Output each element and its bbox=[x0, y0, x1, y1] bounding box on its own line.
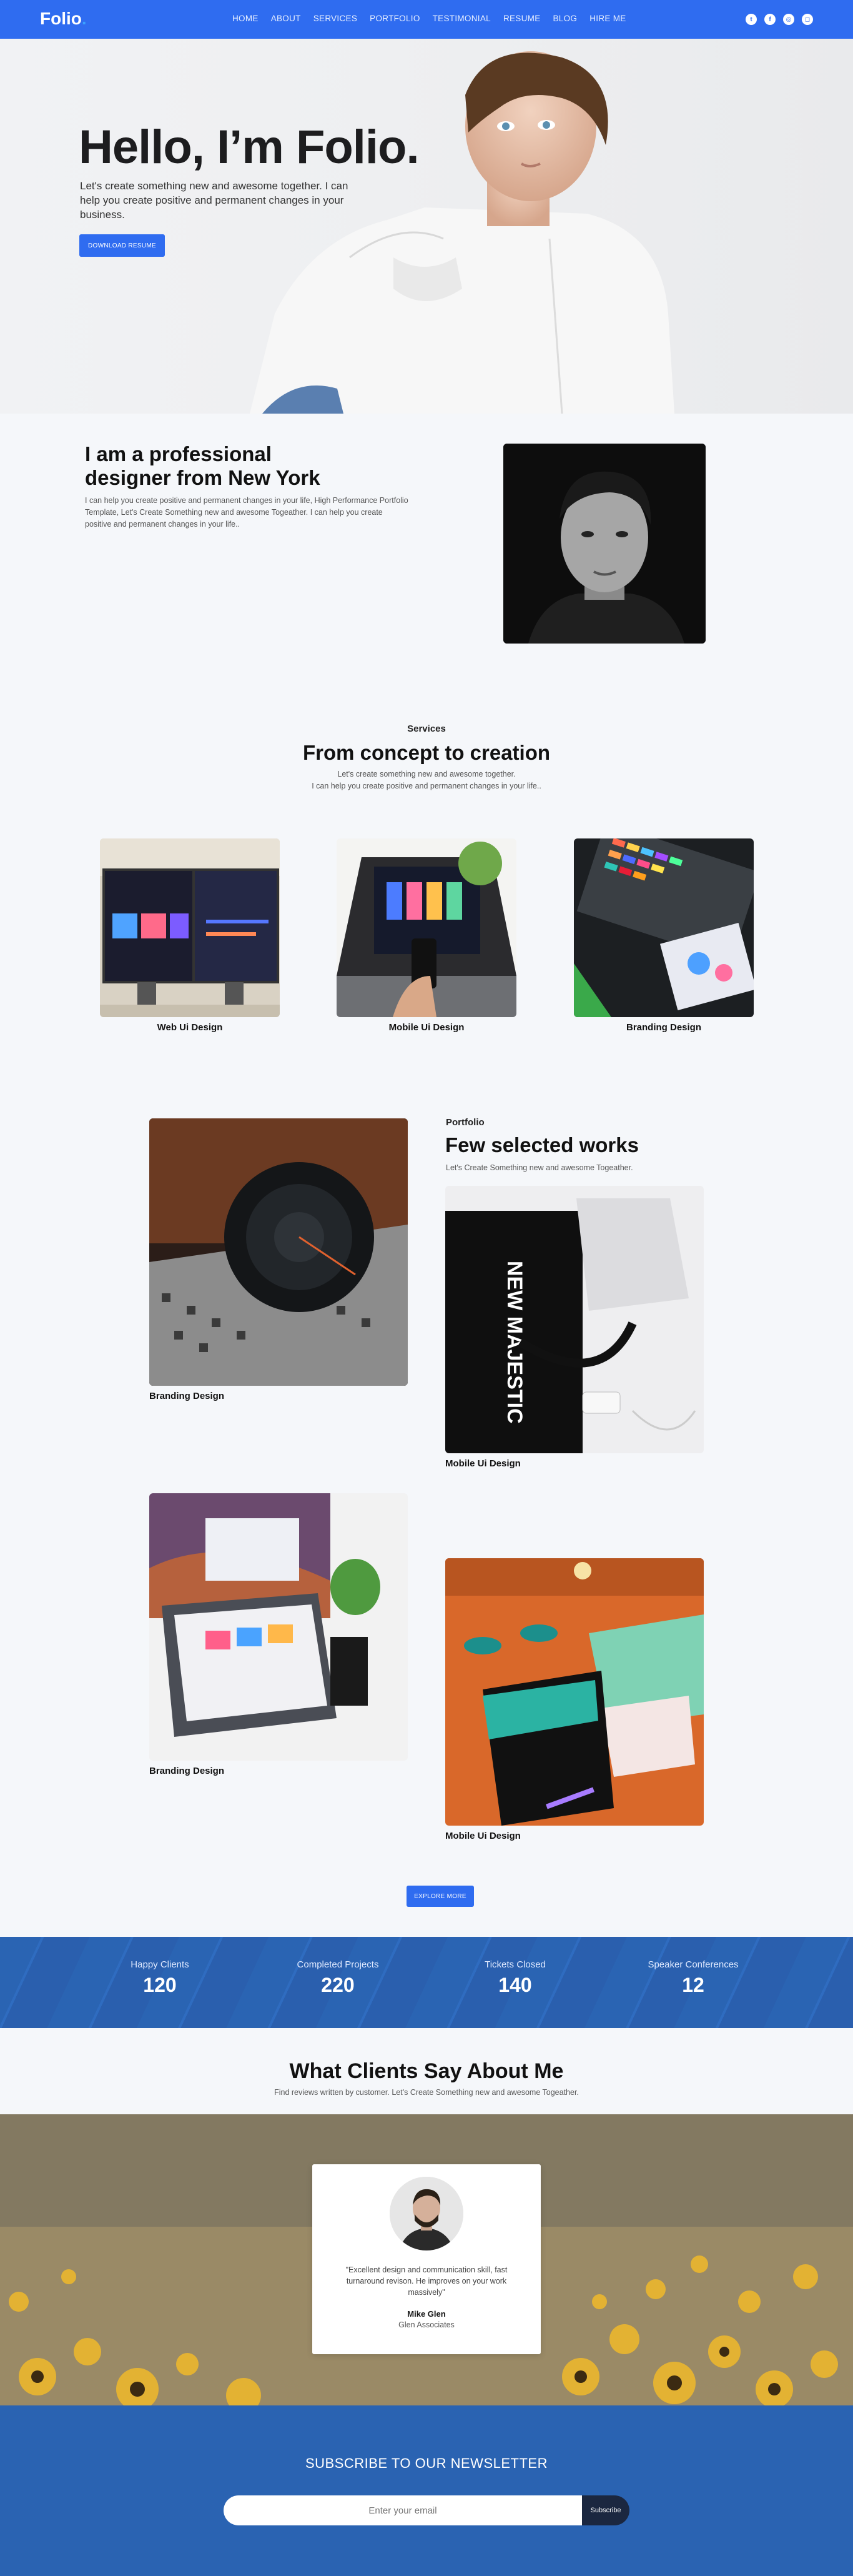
stat-tickets-closed: Tickets Closed 140 bbox=[440, 1959, 590, 1997]
stat-label: Completed Projects bbox=[297, 1959, 379, 1970]
hero-title: Hello, I’m Folio. bbox=[79, 121, 420, 174]
stat-value: 120 bbox=[143, 1974, 177, 1996]
explore-more-button[interactable]: EXPLORE MORE bbox=[407, 1886, 474, 1907]
social-links: t f ◎ ◻ bbox=[746, 14, 813, 25]
nav-portfolio[interactable]: PORTFOLIO bbox=[370, 14, 420, 23]
testimonial-author-company: Glen Associates bbox=[398, 2320, 455, 2329]
branding-image bbox=[574, 838, 754, 1017]
stat-completed-projects: Completed Projects 220 bbox=[263, 1959, 413, 1997]
stat-label: Happy Clients bbox=[131, 1959, 189, 1970]
service-label-mobile-ui: Mobile Ui Design bbox=[388, 1022, 465, 1033]
tote-bag-image: NEW MAJESTIC bbox=[445, 1186, 704, 1453]
portfolio-label-3: Branding Design bbox=[149, 1766, 225, 1776]
portfolio-item-1[interactable] bbox=[149, 1118, 408, 1386]
newsletter-title: SUBSCRIBE TO OUR NEWSLETTER bbox=[305, 2455, 548, 2471]
portfolio-item-4[interactable] bbox=[445, 1558, 704, 1826]
mobile-ui-image bbox=[337, 838, 516, 1017]
services-line-1: Let's create something new and awesome t… bbox=[337, 770, 516, 778]
nav-about[interactable]: ABOUT bbox=[271, 14, 301, 23]
about-text: I can help you create positive and perma… bbox=[85, 496, 408, 529]
notebook-desk-image bbox=[445, 1558, 704, 1826]
nav-testimonial[interactable]: TESTIMONIAL bbox=[433, 14, 491, 23]
nav-blog[interactable]: BLOG bbox=[553, 14, 578, 23]
hero-section: Hello, I’m Folio. Let's create something… bbox=[0, 39, 853, 414]
testimonial-quote: "Excellent design and communication skil… bbox=[345, 2265, 508, 2297]
testimonial-author-name: Mike Glen bbox=[407, 2309, 446, 2319]
service-card-mobile-ui[interactable] bbox=[337, 838, 516, 1017]
service-card-web-ui[interactable] bbox=[100, 838, 280, 1017]
portfolio-item-2[interactable]: NEW MAJESTIC bbox=[445, 1186, 704, 1453]
headphones-image bbox=[149, 1118, 408, 1386]
portfolio-item-3[interactable] bbox=[149, 1493, 408, 1761]
stat-value: 140 bbox=[498, 1974, 532, 1996]
facebook-icon[interactable]: f bbox=[764, 14, 776, 25]
services-title: From concept to creation bbox=[302, 741, 551, 764]
twitter-icon[interactable]: t bbox=[746, 14, 757, 25]
stats-section: Happy Clients 120 Completed Projects 220… bbox=[0, 1937, 853, 2028]
client-avatar bbox=[390, 2177, 463, 2250]
newsletter-email-input[interactable] bbox=[224, 2495, 582, 2525]
about-portrait-image bbox=[503, 444, 706, 644]
hero-portrait-image bbox=[250, 51, 674, 414]
testimonial-card: "Excellent design and communication skil… bbox=[312, 2164, 541, 2354]
main-menu: HOME ABOUT SERVICES PORTFOLIO TESTIMONIA… bbox=[232, 14, 626, 23]
top-navbar: Folio. HOME ABOUT SERVICES PORTFOLIO TES… bbox=[0, 0, 853, 39]
web-ui-image bbox=[100, 838, 280, 1017]
services-eyebrow: Services bbox=[407, 724, 446, 734]
about-title: I am a professional designer from New Yo… bbox=[85, 442, 320, 489]
instagram-icon[interactable]: ◻ bbox=[802, 14, 813, 25]
services-line-2: I can help you create positive and perma… bbox=[312, 782, 541, 790]
portfolio-label-2: Mobile Ui Design bbox=[445, 1458, 521, 1469]
stat-value: 220 bbox=[321, 1974, 355, 1996]
newsletter-section: SUBSCRIBE TO OUR NEWSLETTER Subscribe bbox=[0, 2405, 853, 2576]
site-logo[interactable]: Folio. bbox=[40, 9, 87, 29]
service-card-branding[interactable] bbox=[574, 838, 754, 1017]
stat-label: Speaker Conferences bbox=[648, 1959, 739, 1970]
stat-happy-clients: Happy Clients 120 bbox=[85, 1959, 235, 1997]
nav-resume[interactable]: RESUME bbox=[503, 14, 541, 23]
stat-speaker-conferences: Speaker Conferences 12 bbox=[618, 1959, 768, 1997]
nav-services[interactable]: SERVICES bbox=[313, 14, 357, 23]
portfolio-eyebrow: Portfolio bbox=[446, 1117, 485, 1128]
subscribe-button[interactable]: Subscribe bbox=[582, 2495, 629, 2525]
service-label-branding: Branding Design bbox=[626, 1022, 701, 1033]
dribbble-icon[interactable]: ◎ bbox=[783, 14, 794, 25]
laptop-desk-image bbox=[149, 1493, 408, 1761]
portfolio-label-1: Branding Design bbox=[149, 1391, 225, 1401]
portfolio-subtitle: Let's Create Something new and awesome T… bbox=[446, 1163, 633, 1172]
hero-subtitle: Let's create something new and awesome t… bbox=[80, 180, 348, 221]
testimonials-subtitle: Find reviews written by customer. Let's … bbox=[274, 2088, 579, 2097]
nav-home[interactable]: HOME bbox=[232, 14, 259, 23]
testimonials-title: What Clients Say About Me bbox=[289, 2059, 564, 2083]
stat-label: Tickets Closed bbox=[485, 1959, 546, 1970]
stat-value: 12 bbox=[682, 1974, 704, 1996]
nav-hire-me[interactable]: HIRE ME bbox=[589, 14, 626, 23]
download-resume-button[interactable]: DOWNLOAD RESUME bbox=[79, 234, 165, 257]
portfolio-title: Few selected works bbox=[445, 1133, 639, 1156]
portfolio-label-4: Mobile Ui Design bbox=[445, 1831, 521, 1841]
service-label-web-ui: Web Ui Design bbox=[157, 1022, 223, 1033]
